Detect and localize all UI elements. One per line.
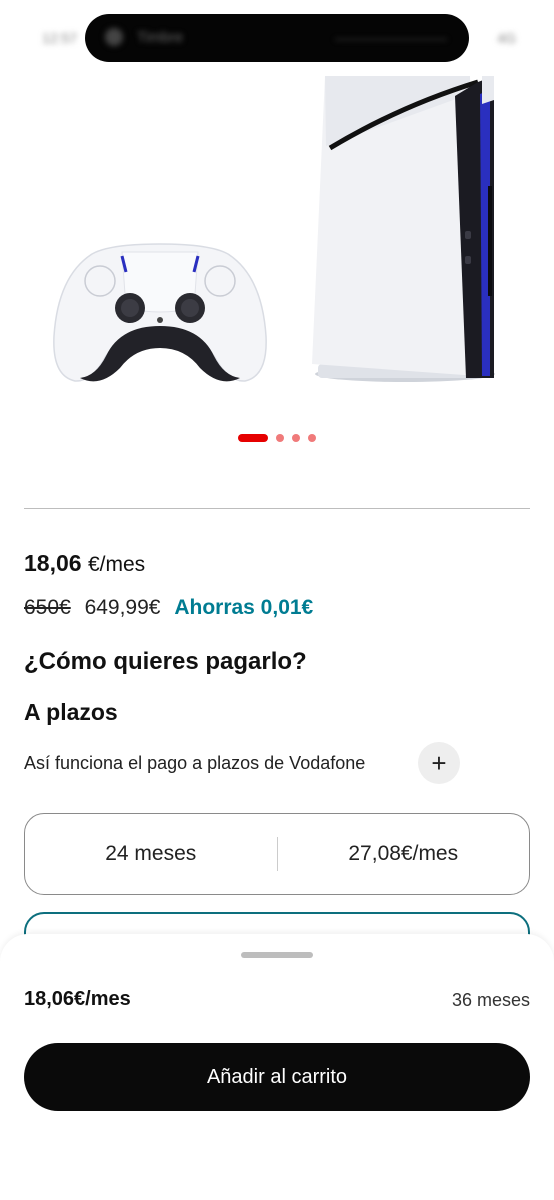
- product-image: [53, 76, 495, 382]
- price-row: 650€ 649,99€ Ahorras 0,01€: [24, 596, 313, 620]
- option-months: 24 meses: [105, 842, 197, 865]
- product-image-carousel[interactable]: [0, 76, 554, 406]
- sheet-months: 36 meses: [451, 990, 530, 1010]
- monthly-unit: €/mes: [87, 553, 146, 576]
- status-time: 12:57: [42, 30, 78, 46]
- payment-heading: ¿Cómo quieres pagarlo?: [24, 648, 307, 675]
- installments-info-row[interactable]: Así funciona el pago a plazos de Vodafon…: [24, 742, 464, 784]
- old-price: 650€: [24, 596, 71, 619]
- carousel-indicator[interactable]: [0, 433, 554, 443]
- controller-illustration: [53, 243, 267, 382]
- notification-subtitle: ————————: [335, 30, 447, 46]
- divider: [24, 508, 530, 509]
- bell-icon: [105, 28, 123, 46]
- notification-title: Timbre: [137, 29, 184, 46]
- monthly-amount: 18,06: [24, 550, 82, 576]
- bottom-sheet: 18,06€/mes 36 meses Añadir al carrito: [0, 934, 554, 1200]
- console-illustration: [312, 76, 495, 382]
- new-price: 649,99€: [84, 596, 161, 619]
- carousel-dot[interactable]: [292, 434, 300, 442]
- option-price: 27,08€/mes: [348, 842, 459, 865]
- installments-info-text: Así funciona el pago a plazos de Vodafon…: [24, 752, 366, 773]
- sheet-drag-handle[interactable]: [241, 952, 313, 958]
- installment-option-24[interactable]: 24 meses 27,08€/mes: [24, 813, 530, 895]
- monthly-price: 18,06 €/mes: [24, 550, 145, 577]
- savings-label: Ahorras 0,01€: [174, 596, 314, 619]
- add-to-cart-button[interactable]: Añadir al carrito: [24, 1043, 530, 1111]
- sheet-price: 18,06€/mes: [24, 988, 131, 1010]
- carousel-dot[interactable]: [308, 434, 316, 442]
- expand-plus-button[interactable]: +: [418, 742, 460, 784]
- installments-heading: A plazos: [24, 699, 118, 725]
- status-bar: 12:57 Timbre ———————— 4G: [0, 0, 554, 76]
- carousel-dot-active[interactable]: [238, 434, 268, 442]
- network-indicator: 4G: [497, 30, 516, 46]
- notification-pill[interactable]: Timbre ————————: [85, 14, 469, 62]
- carousel-dot[interactable]: [276, 434, 284, 442]
